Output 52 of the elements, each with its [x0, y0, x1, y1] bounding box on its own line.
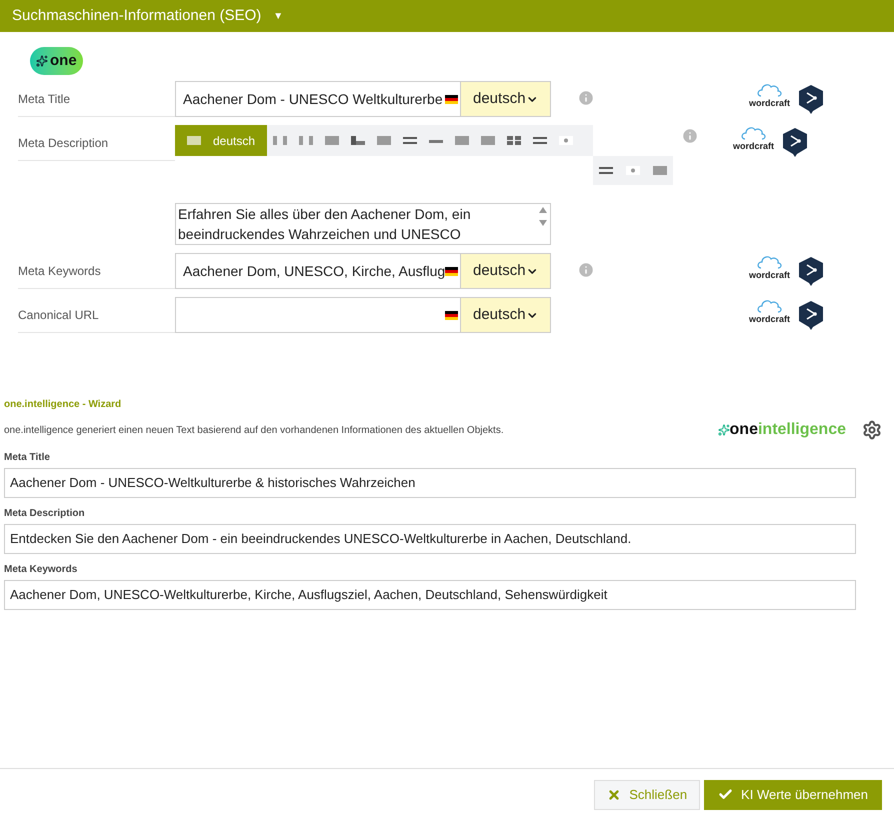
share-hexagon-icon[interactable]: [798, 84, 824, 114]
flag-icon: [481, 136, 496, 145]
field-label: Meta Description: [18, 134, 108, 152]
flag-icon: [187, 136, 201, 145]
wizard-title: one.intelligence - Wizard: [4, 398, 122, 412]
sparkle-icon: [36, 55, 48, 67]
share-hexagon-icon[interactable]: [798, 300, 824, 330]
wizard-field-label: Meta Title: [4, 451, 51, 465]
close-icon: [607, 788, 622, 802]
flag-icon: [325, 136, 340, 145]
info-icon[interactable]: [577, 89, 595, 107]
flag-icon: [273, 136, 288, 145]
flag-icon: [599, 166, 614, 175]
cloud-icon: [757, 82, 783, 96]
flag-icon: [377, 136, 392, 145]
flag-icon: [507, 136, 522, 145]
field-label: Canonical URL: [18, 306, 99, 324]
cloud-icon: [757, 254, 783, 268]
info-icon[interactable]: [681, 127, 699, 145]
flag-icon: [299, 136, 314, 145]
wordcraft-logo: wordcraft: [749, 314, 790, 324]
section-title: Suchmaschinen-Informationen (SEO): [12, 6, 262, 26]
check-icon: [718, 787, 734, 802]
cloud-icon: [757, 298, 783, 312]
field-label: Meta Title: [18, 90, 70, 108]
oneintelligence-logo: oneintelligence: [718, 418, 846, 442]
flag-icon: [351, 136, 366, 145]
wizard-description: one.intelligence generiert einen neuen Text basierend auf den vorhandenen Informationen des aktuellen Objekts.: [4, 424, 504, 438]
cloud-icon: [741, 126, 767, 140]
flag-icon: [533, 136, 548, 145]
wizard-field-label: Meta Keywords: [4, 563, 78, 577]
flag-icon: [403, 136, 418, 145]
one-badge: one: [30, 47, 83, 75]
description-textarea[interactable]: Erfahren Sie alles über den Aachener Dom, ein beeindruckendes Wahrzeichen und UNESCO: [175, 203, 551, 245]
wordcraft-logo: wordcraft: [749, 270, 790, 280]
wordcraft-logo: wordcraft: [733, 142, 774, 150]
wizard-text-field[interactable]: Aachener Dom - UNESCO-Weltkulturerbe & historisches Wahrzeichen: [4, 468, 856, 498]
wordcraft-logo: wordcraft: [749, 98, 790, 108]
flag-icon: [559, 136, 574, 145]
settings-icon[interactable]: [862, 420, 882, 440]
wizard-text-field[interactable]: Entdecken Sie den Aachener Dom - ein beeindruckendes UNESCO-Weltkulturerbe in Aachen, Deutschland.: [4, 524, 856, 554]
flag-icon: [455, 136, 470, 145]
flag-icon: [652, 166, 667, 175]
field-label: Meta Keywords: [18, 262, 101, 280]
flag-icon: [626, 166, 640, 175]
scroll-up-icon[interactable]: [539, 207, 547, 213]
wizard-field-label: Meta Description: [4, 507, 86, 521]
scroll-down-icon[interactable]: [539, 220, 547, 226]
info-icon[interactable]: [577, 261, 595, 279]
wizard-text-field[interactable]: Aachener Dom, UNESCO-Weltkulturerbe, Kirche, Ausflugsziel, Aachen, Deutschland, Sehenswürdigkeit: [4, 580, 856, 610]
share-hexagon-icon[interactable]: [798, 256, 824, 286]
share-hexagon-icon[interactable]: [782, 127, 808, 157]
